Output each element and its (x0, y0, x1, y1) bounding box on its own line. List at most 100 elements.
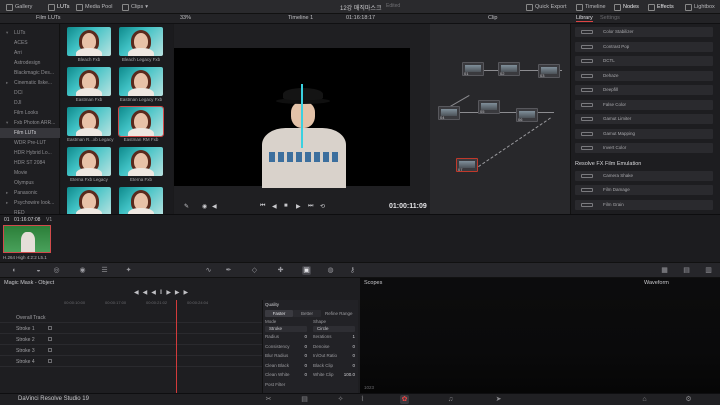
curves-icon[interactable]: ∿ (204, 266, 213, 275)
speaker-icon[interactable]: ◀ (212, 203, 217, 210)
color-page-icon[interactable]: ✿ (400, 395, 409, 404)
zoom-level[interactable]: 33% (180, 15, 191, 21)
hdr-icon[interactable]: ◉ (78, 266, 87, 275)
lut-thumbnail[interactable]: Bleach Legacy Fxb (119, 27, 163, 71)
tree-item[interactable]: ▸ Panasonic (0, 188, 60, 198)
timeline-button[interactable]: Timeline (576, 2, 606, 12)
cut-page-icon[interactable]: ✂ (264, 395, 273, 404)
fairlight-page-icon[interactable]: ♫ (446, 395, 455, 404)
tree-item[interactable]: Film Looks (0, 108, 60, 118)
library-effect-item[interactable]: Deepfill (575, 85, 713, 95)
color-wheels-icon[interactable]: ◎ (52, 266, 61, 275)
mask-ruler[interactable]: 00:00:10:00 00:00:17:00 00:00:21:02 00:00:2… (60, 300, 262, 308)
tree-arrow-icon[interactable]: ▸ (6, 78, 8, 88)
tree-item[interactable]: Blackmagic Des... (0, 68, 60, 78)
tab-library[interactable]: Library (576, 15, 593, 22)
stop-icon[interactable]: ■ (284, 203, 288, 209)
mask-track-row[interactable]: Overall Track (0, 312, 262, 323)
scopes-icon[interactable]: ▦ (660, 266, 669, 275)
param-value[interactable]: 0 (293, 372, 307, 377)
lut-thumbnail[interactable]: Eastman RM Fxb (118, 106, 164, 151)
lut-thumbnail[interactable]: Eastman R...xb Legacy (67, 107, 114, 151)
tree-item[interactable]: HDR Hybrid Lo... (0, 148, 60, 158)
node-editor[interactable]: 01 02 03 04 05 06 07 (430, 24, 570, 214)
tree-arrow-icon[interactable]: ▾ (6, 28, 8, 38)
mode-select[interactable]: Stroke (265, 326, 307, 332)
faster-button[interactable]: Faster (265, 310, 293, 317)
viewer-frame[interactable] (174, 48, 410, 188)
lut-thumbnail[interactable]: Eastman Legacy Fxb (119, 67, 163, 111)
gallery-button[interactable]: Gallery (6, 2, 32, 12)
scopes-mode-select[interactable]: Waveform (644, 280, 669, 286)
mask-stroke-line[interactable] (301, 84, 303, 148)
window-icon[interactable]: ◇ (250, 266, 259, 275)
mask-track-row[interactable]: Stroke 4 (0, 356, 262, 367)
param-value[interactable]: 0 (339, 353, 355, 358)
tree-item[interactable]: ▾ LUTs (0, 28, 60, 38)
qualifier-icon[interactable]: ✒ (224, 266, 233, 275)
nodes-button[interactable]: Nodes (614, 2, 639, 12)
param-value[interactable]: 0 (293, 353, 307, 358)
tree-item[interactable]: WDR Pre-LUT (0, 138, 60, 148)
node-04[interactable]: 04 (438, 106, 460, 120)
param-value[interactable]: 0 (293, 334, 307, 339)
lut-thumbnail[interactable]: Eterna Fxb (119, 147, 163, 191)
library-effect-item[interactable]: Invert Color (575, 143, 713, 153)
lut-thumbnail[interactable]: Bleach Fxb (67, 27, 111, 71)
tree-item[interactable]: ▾ Fxb Photon ARR... (0, 118, 60, 128)
lock-icon[interactable] (48, 337, 52, 341)
node-mode-select[interactable]: Clip (488, 15, 497, 21)
effects-button[interactable]: Effects (648, 2, 674, 12)
quick-export-button[interactable]: Quick Export (526, 2, 566, 12)
library-effect-item[interactable]: Dehaze (575, 70, 713, 81)
library-effect-item[interactable]: Film Damage (575, 185, 713, 195)
library-effect-item[interactable]: Gamut Limiter (575, 114, 713, 124)
node-06[interactable]: 06 (516, 108, 538, 122)
param-value[interactable]: 100.0 (339, 372, 355, 377)
rgb-mixer-icon[interactable]: ☰ (100, 266, 109, 275)
tab-settings[interactable]: Settings (600, 15, 620, 21)
library-effect-item[interactable]: Color Stabilizer (575, 27, 713, 37)
eye-icon[interactable]: ◉ (202, 203, 207, 210)
tree-item[interactable]: Movie (0, 168, 60, 178)
param-value[interactable]: 0 (339, 344, 355, 349)
skip-forward-icon[interactable]: ⏭ (308, 203, 313, 210)
lut-thumbnail[interactable]: Vision Fxb (119, 187, 163, 214)
clip-thumbnail[interactable] (3, 225, 51, 253)
tree-arrow-icon[interactable]: ▸ (6, 188, 8, 198)
library-effect-item[interactable]: Film Grain (575, 199, 713, 210)
blur-icon[interactable]: ◍ (326, 266, 335, 275)
skip-back-icon[interactable]: ⏮ (260, 203, 265, 210)
tree-item[interactable]: DJI (0, 98, 60, 108)
lut-thumbnail[interactable]: Eastman Fxb (67, 67, 111, 111)
node-05[interactable]: 05 (478, 100, 500, 114)
home-icon[interactable]: ⌂ (640, 395, 649, 404)
library-effect-item[interactable]: Gamut Mapping (575, 128, 713, 139)
play-icon[interactable]: ▶ (296, 203, 301, 210)
tree-item[interactable]: HDR ST 2084 (0, 158, 60, 168)
key-icon[interactable]: ⚷ (348, 266, 357, 275)
loop-icon[interactable]: ⟲ (320, 203, 325, 210)
lock-icon[interactable] (48, 326, 52, 330)
tracker-icon[interactable]: ✚ (276, 266, 285, 275)
node-03[interactable]: 03 (538, 64, 560, 78)
node-07[interactable]: 07 (456, 158, 478, 172)
tree-item[interactable]: Film LUTs (0, 128, 60, 138)
waveform-icon[interactable]: ▥ (704, 266, 713, 275)
color-match-icon[interactable]: ◒ (34, 266, 43, 275)
timeline-name[interactable]: Timeline 1 (288, 15, 313, 21)
better-button[interactable]: Better (293, 310, 321, 317)
library-effect-item[interactable]: Camera Shake (575, 170, 713, 181)
media-pool-button[interactable]: Media Pool (76, 2, 113, 12)
library-effect-item[interactable]: Contrast Pop (575, 41, 713, 52)
library-effect-item[interactable]: False Color (575, 99, 713, 110)
param-value[interactable]: 0 (339, 363, 355, 368)
pen-tool-icon[interactable]: ✎ (184, 203, 189, 210)
track-transport[interactable]: ◀◀◀‖▶▶▶ (134, 289, 192, 296)
tree-arrow-icon[interactable]: ▾ (6, 118, 8, 128)
param-value[interactable]: 0 (293, 344, 307, 349)
tree-item[interactable]: ▸ Psychowire look... (0, 198, 60, 208)
luts-button[interactable]: LUTs (48, 2, 70, 12)
tree-item[interactable]: ▸ Cinematic Ilske... (0, 78, 60, 88)
lut-thumbnail[interactable]: Vision Fxb Legacy (67, 187, 111, 214)
